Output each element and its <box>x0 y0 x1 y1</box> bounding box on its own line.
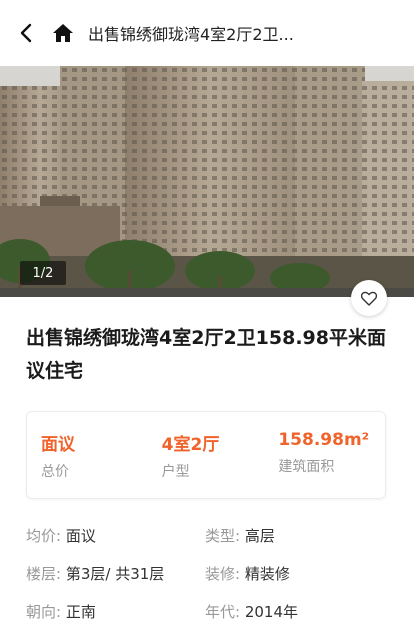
stat-area: 158.98m² 建筑面积 <box>268 412 385 498</box>
detail-type: 类型: 高层 <box>205 525 384 546</box>
detail-value: 正南 <box>65 602 96 621</box>
detail-key: 装修: <box>205 564 241 583</box>
top-navigation-bar: 出售锦绣御珑湾4室2厅2卫... <box>0 0 414 66</box>
stat-label: 总价 <box>41 464 69 480</box>
detail-key: 年代: <box>205 602 241 621</box>
details-list: 均价: 面议 类型: 高层 楼层: 第3层/ 共31层 装修: 精装修 朝向: … <box>26 516 396 630</box>
stat-value: 面议 <box>41 435 75 455</box>
detail-value: 第3层/ 共31层 <box>65 564 165 583</box>
photo-counter: 1/2 <box>20 261 66 285</box>
detail-value: 2014年 <box>244 602 299 621</box>
detail-avg-price: 均价: 面议 <box>26 525 205 546</box>
detail-year: 年代: 2014年 <box>205 601 384 622</box>
detail-key: 均价: <box>26 526 62 545</box>
detail-value: 精装修 <box>244 564 290 583</box>
favorite-button[interactable] <box>351 280 387 316</box>
detail-value: 面议 <box>65 526 96 545</box>
stat-label: 户型 <box>161 464 190 480</box>
stat-layout: 4室2厅 户型 <box>148 412 269 498</box>
back-button[interactable] <box>16 21 36 45</box>
stat-total-price: 面议 总价 <box>27 412 148 498</box>
detail-key: 类型: <box>205 526 241 545</box>
detail-decoration: 装修: 精装修 <box>205 563 384 584</box>
detail-value: 高层 <box>244 526 275 545</box>
stat-label: 建筑面积 <box>278 459 335 475</box>
page-title: 出售锦绣御珑湾4室2厅2卫... <box>88 25 294 44</box>
detail-key: 朝向: <box>26 602 62 621</box>
detail-row: 朝向: 正南 年代: 2014年 <box>26 592 396 630</box>
detail-floor: 楼层: 第3层/ 共31层 <box>26 563 205 584</box>
heart-icon <box>361 291 377 306</box>
home-button[interactable] <box>50 20 76 46</box>
stat-value: 4室2厅 <box>161 435 220 455</box>
detail-key: 楼层: <box>26 564 62 583</box>
listing-title: 出售锦绣御珑湾4室2厅2卫158.98平米面议住宅 <box>26 327 386 382</box>
key-stats-card: 面议 总价 4室2厅 户型 158.98m² 建筑面积 <box>26 411 386 499</box>
back-arrow-icon <box>20 23 32 43</box>
detail-orientation: 朝向: 正南 <box>26 601 205 622</box>
stat-value: 158.98m² <box>278 430 370 450</box>
home-icon <box>53 24 73 42</box>
detail-row: 楼层: 第3层/ 共31层 装修: 精装修 <box>26 554 396 592</box>
detail-row: 均价: 面议 类型: 高层 <box>26 516 396 554</box>
